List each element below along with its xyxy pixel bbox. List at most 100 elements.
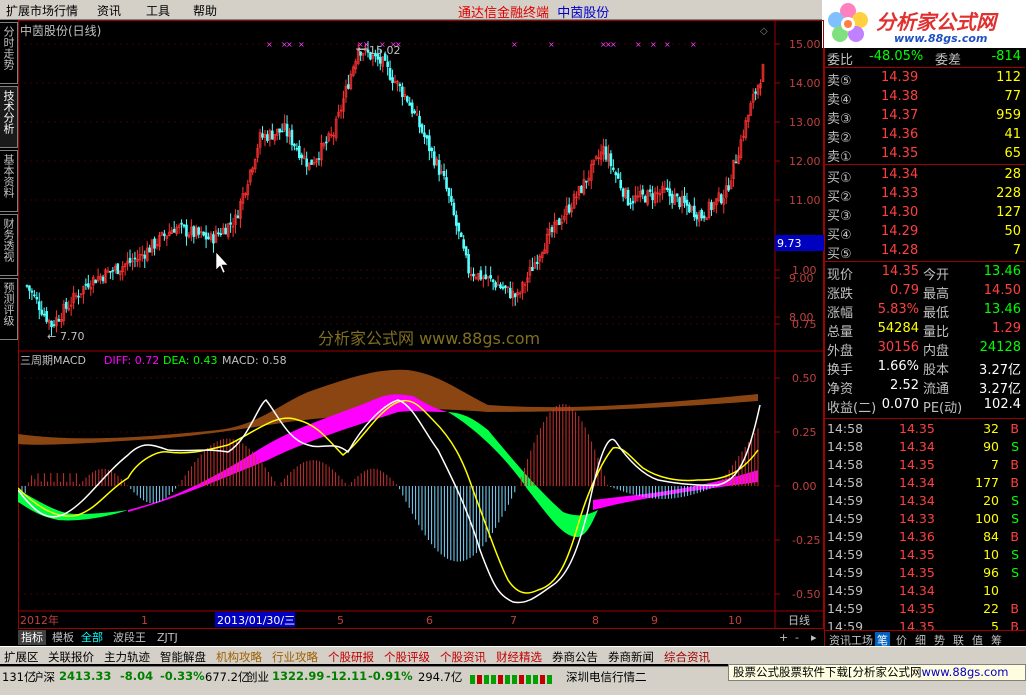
quote-panel: 委比 -48.05% 委差 -814 卖⑤ 14.39 112 卖④ 14.38 77 卖③… [824, 48, 1025, 648]
tab-fundamentals[interactable]: 基本资料 [0, 150, 18, 212]
tab-technical[interactable]: 技术分析 [0, 86, 18, 148]
candle-body [614, 172, 618, 176]
tab-financials[interactable]: 财务透视 [0, 214, 18, 276]
nav-tab[interactable]: 关联报价 [48, 649, 94, 665]
buy-level-row[interactable]: 买⑤ 14.28 7 [825, 242, 1025, 262]
nav-tab[interactable]: 个股评级 [384, 649, 430, 665]
candle-body [641, 189, 645, 195]
signal-bar [477, 675, 482, 684]
sell-level-row[interactable]: 卖④ 14.38 77 [825, 88, 1025, 108]
stat-label: 量比 [923, 325, 950, 340]
zoom-in-button[interactable]: + [776, 630, 791, 645]
status-cy-amount: 294.7亿 [418, 670, 463, 684]
indicator-name: 三周期MACD [20, 354, 86, 367]
candle-body [626, 189, 630, 206]
nav-tab[interactable]: 智能解盘 [160, 649, 206, 665]
candle-body [629, 202, 632, 205]
tab-template[interactable]: 模板 [49, 630, 77, 645]
tab-indicator[interactable]: 指标 [18, 630, 46, 645]
stat-value: 0.79 [890, 283, 919, 298]
book-label: 卖④ [827, 93, 852, 108]
nav-tab[interactable]: 机构攻略 [216, 649, 262, 665]
sell-level-row[interactable]: 卖① 14.35 65 [825, 145, 1025, 165]
signal-bar [484, 675, 489, 684]
stat-value: 1.29 [992, 321, 1021, 336]
tab-financials-label: 财务透视 [2, 218, 15, 262]
stat-row: 收益(二) 0.070 PE(动) 102.4 [825, 396, 1025, 416]
sell-level-row[interactable]: 卖③ 14.37 959 [825, 107, 1025, 127]
tab-all[interactable]: 全部 [78, 630, 106, 645]
ad-url[interactable]: www.88gs.com [922, 665, 1009, 679]
nav-tab[interactable]: 综合资讯 [664, 649, 710, 665]
nav-tab[interactable]: 扩展区 [4, 649, 39, 665]
chart-corner-icon[interactable]: ◇ [760, 26, 768, 37]
menu-item-help[interactable]: 帮助 [193, 2, 217, 19]
period-label[interactable]: 日线 [788, 613, 810, 627]
menu-item-tools[interactable]: 工具 [146, 2, 170, 19]
tick-price: 14.33 [899, 511, 935, 526]
zoom-out-button[interactable]: - [792, 630, 802, 645]
nav-tab[interactable]: 行业攻略 [272, 649, 318, 665]
candle-body [612, 167, 615, 170]
sell-level-row[interactable]: 卖⑤ 14.39 112 [825, 69, 1025, 89]
nav-tab[interactable]: 券商新闻 [608, 649, 654, 665]
candle-body [442, 170, 446, 176]
tick-side: S [1011, 547, 1019, 562]
signal-marker-icon: × [298, 40, 305, 49]
nav-tab[interactable]: 个股资讯 [440, 649, 486, 665]
svg-text:←: ← [357, 43, 366, 56]
candle-body [719, 194, 723, 204]
stat-value: 30156 [877, 340, 919, 355]
candle-body [84, 283, 88, 286]
stat-value: 0.070 [881, 397, 919, 412]
candle-body [285, 123, 289, 137]
tick-time: 14:59 [827, 493, 864, 508]
tick-volume: 177 [975, 475, 999, 490]
stat-label: 最高 [923, 287, 950, 302]
tick-side: S [1011, 511, 1019, 526]
candle-body [585, 180, 588, 183]
candle-body [50, 320, 53, 328]
menu-item-market[interactable]: 扩展市场行情 [6, 2, 78, 19]
candle-body [700, 210, 703, 219]
buy-level-row[interactable]: 买④ 14.29 50 [825, 223, 1025, 243]
tab-intraday[interactable]: 分时走势 [0, 22, 18, 84]
stat-row: 总量 54284 量比 1.29 [825, 320, 1025, 340]
logo-flower-icon [828, 3, 868, 42]
price-tick-label: 12.00 [789, 155, 821, 168]
candle-body [386, 61, 389, 67]
buy-level-row[interactable]: 买② 14.33 228 [825, 185, 1025, 205]
tab-bandking[interactable]: 波段王 [110, 630, 149, 645]
candle-body [462, 239, 465, 249]
status-server[interactable]: 深圳电信行情二 [566, 669, 647, 685]
ad-banner[interactable]: 股票公式股票软件下载[分析家公式网www.88gs.com [728, 664, 1026, 681]
candle-body [425, 135, 429, 139]
tab-ratings[interactable]: 预测评级 [0, 278, 18, 340]
nav-tab[interactable]: 主力轨迹 [104, 649, 150, 665]
status-cy-label: 创业 [246, 670, 269, 684]
nav-tab[interactable]: 个股研报 [328, 649, 374, 665]
sell-level-row[interactable]: 卖② 14.36 41 [825, 126, 1025, 146]
candle-body [494, 282, 497, 288]
menu-item-info[interactable]: 资讯 [97, 2, 121, 19]
book-label: 卖① [827, 150, 852, 165]
candle-body [489, 275, 492, 279]
candle-body [430, 147, 434, 152]
tab-scroll-right-icon[interactable]: ▸ [808, 630, 820, 645]
x-label: 10 [728, 614, 742, 627]
signal-bar [505, 675, 510, 684]
candle-body [423, 132, 426, 137]
candle-body [398, 83, 402, 87]
tab-zjtj[interactable]: ZJTJ [154, 630, 181, 645]
chart-area[interactable]: 15.0014.0013.0012.0011.0010.009.008.00 1… [18, 20, 824, 629]
macd-tick-label: -0.25 [792, 534, 820, 547]
buy-level-row[interactable]: 买① 14.34 28 [825, 166, 1025, 186]
nav-tab[interactable]: 财经精选 [496, 649, 542, 665]
candle-body [688, 204, 691, 213]
tick-row: 14:59 14.34 20 S [825, 493, 1025, 511]
candle-body [35, 297, 39, 300]
candle-body [217, 232, 220, 235]
buy-level-row[interactable]: 买③ 14.30 127 [825, 204, 1025, 224]
tick-volume: 22 [983, 601, 999, 616]
nav-tab[interactable]: 券商公告 [552, 649, 598, 665]
